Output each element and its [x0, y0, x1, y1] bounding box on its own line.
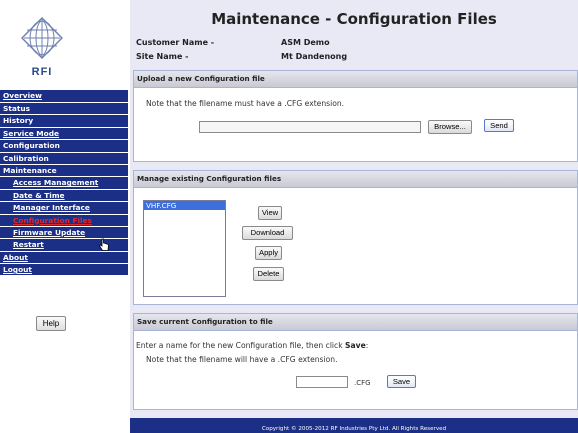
- cfg-extension-label: .CFG: [354, 379, 371, 387]
- help-button[interactable]: Help: [36, 316, 66, 331]
- footer: Copyright © 2005-2012 RF Industries Pty …: [130, 418, 578, 433]
- nav-item-service-mode[interactable]: Service Mode: [0, 127, 128, 141]
- save-instruction: Enter a name for the new Configuration f…: [136, 341, 368, 350]
- download-button[interactable]: Download: [242, 226, 293, 240]
- save-note: Note that the filename will have a .CFG …: [146, 355, 338, 364]
- delete-button[interactable]: Delete: [253, 267, 284, 281]
- logo-text: RFI: [31, 66, 53, 78]
- save-button[interactable]: Save: [387, 375, 416, 388]
- save-instruction-suffix: :: [365, 341, 369, 350]
- upload-panel-heading: Upload a new Configuration file: [134, 71, 577, 88]
- browse-button[interactable]: Browse...: [428, 120, 472, 134]
- nav-item-about[interactable]: About: [0, 251, 128, 265]
- site-row: Site Name - Mt Dandenong: [136, 52, 347, 61]
- apply-button[interactable]: Apply: [255, 246, 282, 260]
- sidebar: RFI Overview Status History Service Mode…: [0, 0, 130, 433]
- nav-item-configuration-files[interactable]: Configuration Files: [0, 214, 128, 227]
- page-title: Maintenance - Configuration Files: [211, 10, 497, 28]
- send-button[interactable]: Send: [484, 119, 514, 132]
- view-button[interactable]: View: [258, 206, 282, 220]
- nav-item-calibration[interactable]: Calibration: [0, 152, 128, 165]
- nav-item-maintenance[interactable]: Maintenance: [0, 164, 128, 178]
- customer-row: Customer Name - ASM Demo: [136, 38, 330, 47]
- save-panel: Save current Configuration to file Enter…: [133, 313, 578, 410]
- customer-value: ASM Demo: [281, 38, 330, 47]
- hand-pointer-icon: [98, 238, 109, 251]
- save-instruction-prefix: Enter a name for the new Configuration f…: [136, 341, 346, 350]
- nav-item-overview[interactable]: Overview: [0, 90, 128, 103]
- config-file-list[interactable]: VHF.CFG: [143, 200, 226, 297]
- save-panel-heading: Save current Configuration to file: [134, 314, 577, 331]
- site-label: Site Name -: [136, 52, 189, 61]
- rfi-logo: RFI: [14, 14, 70, 78]
- site-value: Mt Dandenong: [281, 52, 348, 61]
- manage-panel-heading: Manage existing Configuration files: [134, 171, 577, 188]
- globe-logo-icon: [21, 17, 63, 59]
- list-item[interactable]: VHF.CFG: [144, 201, 225, 210]
- save-instruction-bold: Save: [345, 341, 366, 350]
- nav-item-configuration[interactable]: Configuration: [0, 140, 128, 153]
- nav-item-manager-interface[interactable]: Manager Interface: [0, 202, 128, 215]
- upload-panel: Upload a new Configuration file Note tha…: [133, 70, 578, 162]
- nav-item-access-management[interactable]: Access Management: [0, 177, 128, 190]
- nav-item-status[interactable]: Status: [0, 103, 128, 116]
- manage-panel: Manage existing Configuration files VHF.…: [133, 170, 578, 305]
- config-name-input[interactable]: [296, 376, 348, 388]
- nav-item-history[interactable]: History: [0, 115, 128, 128]
- nav-item-date-time[interactable]: Date & Time: [0, 189, 128, 203]
- upload-note: Note that the filename must have a .CFG …: [146, 99, 345, 108]
- customer-label: Customer Name -: [136, 38, 215, 47]
- file-path-input[interactable]: [199, 121, 421, 133]
- nav-item-logout[interactable]: Logout: [0, 264, 128, 277]
- main-content: Maintenance - Configuration Files Custom…: [130, 0, 578, 433]
